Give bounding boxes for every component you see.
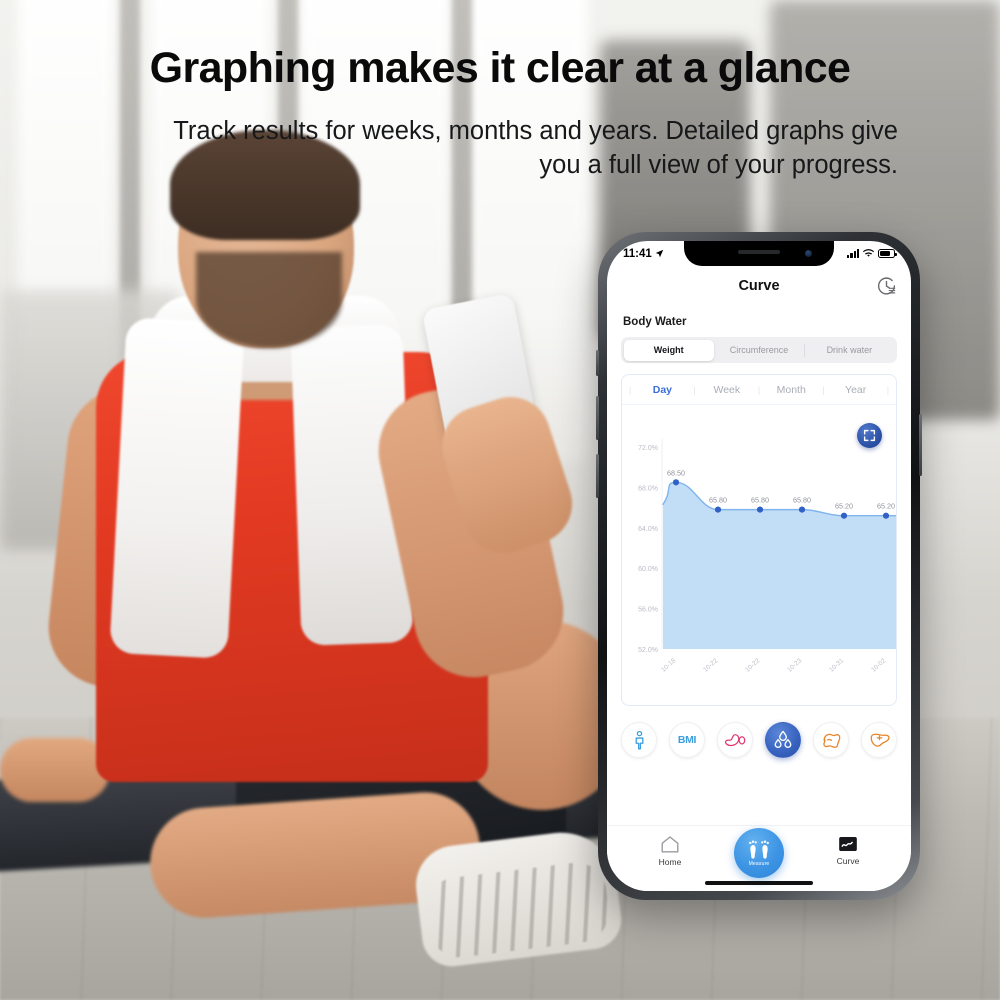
x-axis-tick-label: 10-31 xyxy=(828,657,845,674)
fullscreen-expand-icon xyxy=(863,429,876,442)
x-axis-tick-label: 10-22 xyxy=(702,657,719,674)
chart-point-label: 65.80 xyxy=(793,496,811,505)
home-icon xyxy=(661,836,679,853)
metric-body-figure[interactable] xyxy=(621,722,657,758)
page-title: Graphing makes it clear at a glance xyxy=(149,44,851,92)
tab-home[interactable]: Home xyxy=(641,835,699,867)
chart-point-label: 65.20 xyxy=(835,502,853,511)
tab-home-label: Home xyxy=(658,857,682,867)
status-bar-time-group: 11:41 xyxy=(623,248,664,260)
chart-svg: 72.0% 68.0% 64.0% 60.0% 56.0% 52.0% 68.50 65.80… xyxy=(638,439,896,674)
metric-bmi-label: BMI xyxy=(677,734,697,746)
segment-drink-water[interactable]: Drink water xyxy=(804,340,894,361)
y-axis-tick-label: 64.0% xyxy=(638,526,658,533)
bottom-tabbar[interactable]: Home Measure Curve xyxy=(607,825,911,891)
earpiece-speaker xyxy=(738,250,780,254)
chart-point-label: 65.20 xyxy=(877,502,895,511)
chart-line-icon xyxy=(839,836,857,852)
chart-data-point[interactable] xyxy=(672,479,680,486)
time-range-tabs[interactable]: | Day | Week | Month | Year | xyxy=(622,375,896,405)
range-divider: | xyxy=(886,384,890,395)
tab-curve-label: Curve xyxy=(836,856,860,866)
y-axis-tick-label: 60.0% xyxy=(638,566,658,573)
measure-button[interactable]: Measure xyxy=(734,828,784,878)
metric-type-segmented-control[interactable]: Weight Circumference Drink water xyxy=(621,337,897,363)
measure-button-label: Measure xyxy=(748,860,770,867)
wifi-icon xyxy=(863,249,874,257)
x-axis-tick-label: 10-18 xyxy=(660,657,677,674)
metric-visceral-fat[interactable] xyxy=(861,722,897,758)
status-bar-indicators xyxy=(847,249,897,258)
cellular-signal-icon xyxy=(847,249,859,258)
y-axis-tick-label: 68.0% xyxy=(638,485,658,492)
history-clock-icon[interactable] xyxy=(876,276,897,297)
location-arrow-icon xyxy=(655,249,664,258)
x-axis-tick-label: 10-22 xyxy=(744,657,761,674)
section-title-body-water: Body Water xyxy=(623,316,687,328)
range-tab-year[interactable]: Year xyxy=(826,384,886,396)
phone-mockup: 11:41 Curve Body Water Weight Circumfere… xyxy=(596,232,922,900)
y-axis-tick-label: 52.0% xyxy=(638,647,658,654)
chart-data-point[interactable] xyxy=(714,506,722,513)
segment-circumference[interactable]: Circumference xyxy=(714,340,804,361)
battery-icon xyxy=(878,249,897,258)
range-tab-day[interactable]: Day xyxy=(632,384,692,396)
metric-muscle[interactable] xyxy=(813,722,849,758)
front-camera-icon xyxy=(805,250,812,257)
status-bar-time: 11:41 xyxy=(623,247,652,260)
x-axis-tick-label: 10-23 xyxy=(786,657,803,674)
page-title-curve: Curve xyxy=(738,278,780,294)
chart-area-fill xyxy=(663,482,896,649)
segment-weight[interactable]: Weight xyxy=(623,339,714,361)
y-axis-tick-label: 72.0% xyxy=(638,445,658,452)
chart-point-label: 65.80 xyxy=(709,496,727,505)
chart-data-point[interactable] xyxy=(798,506,806,513)
range-tab-month[interactable]: Month xyxy=(761,384,821,396)
body-water-chart[interactable]: 72.0% 68.0% 64.0% 60.0% 56.0% 52.0% 68.50 65.80… xyxy=(622,405,896,705)
chart-data-point[interactable] xyxy=(840,512,848,519)
muscle-icon xyxy=(822,733,840,748)
range-tab-week[interactable]: Week xyxy=(697,384,757,396)
body-figure-icon xyxy=(635,730,643,749)
page-subtitle: Track results for weeks, months and year… xyxy=(173,117,898,180)
phone-notch xyxy=(684,241,834,266)
fullscreen-expand-button[interactable] xyxy=(857,423,882,448)
chart-data-point[interactable] xyxy=(756,506,764,513)
metric-body-water[interactable] xyxy=(765,722,801,758)
water-drops-icon xyxy=(774,730,792,748)
tab-curve[interactable]: Curve xyxy=(819,835,877,866)
chart-point-label: 68.50 xyxy=(667,468,685,477)
metric-icon-row[interactable]: BMI xyxy=(607,722,911,758)
x-axis-tick-label: 10-02 xyxy=(870,657,887,674)
chart-data-point[interactable] xyxy=(882,512,890,519)
phone-screen: 11:41 Curve Body Water Weight Circumfere… xyxy=(607,241,911,891)
body-fat-icon xyxy=(724,734,745,747)
metric-bmi[interactable]: BMI xyxy=(669,722,705,758)
liver-icon xyxy=(870,733,890,747)
chart-point-label: 65.80 xyxy=(751,496,769,505)
promo-text-block: Graphing makes it clear at a glance Trac… xyxy=(0,44,1000,183)
promo-page: Graphing makes it clear at a glance Trac… xyxy=(0,0,1000,1000)
chart-card: | Day | Week | Month | Year | 72.0% 68.0%… xyxy=(621,374,897,706)
y-axis-tick-label: 56.0% xyxy=(638,607,658,614)
app-navbar: Curve xyxy=(607,266,911,306)
home-indicator xyxy=(705,881,813,885)
footprints-icon xyxy=(749,840,769,859)
metric-body-fat[interactable] xyxy=(717,722,753,758)
